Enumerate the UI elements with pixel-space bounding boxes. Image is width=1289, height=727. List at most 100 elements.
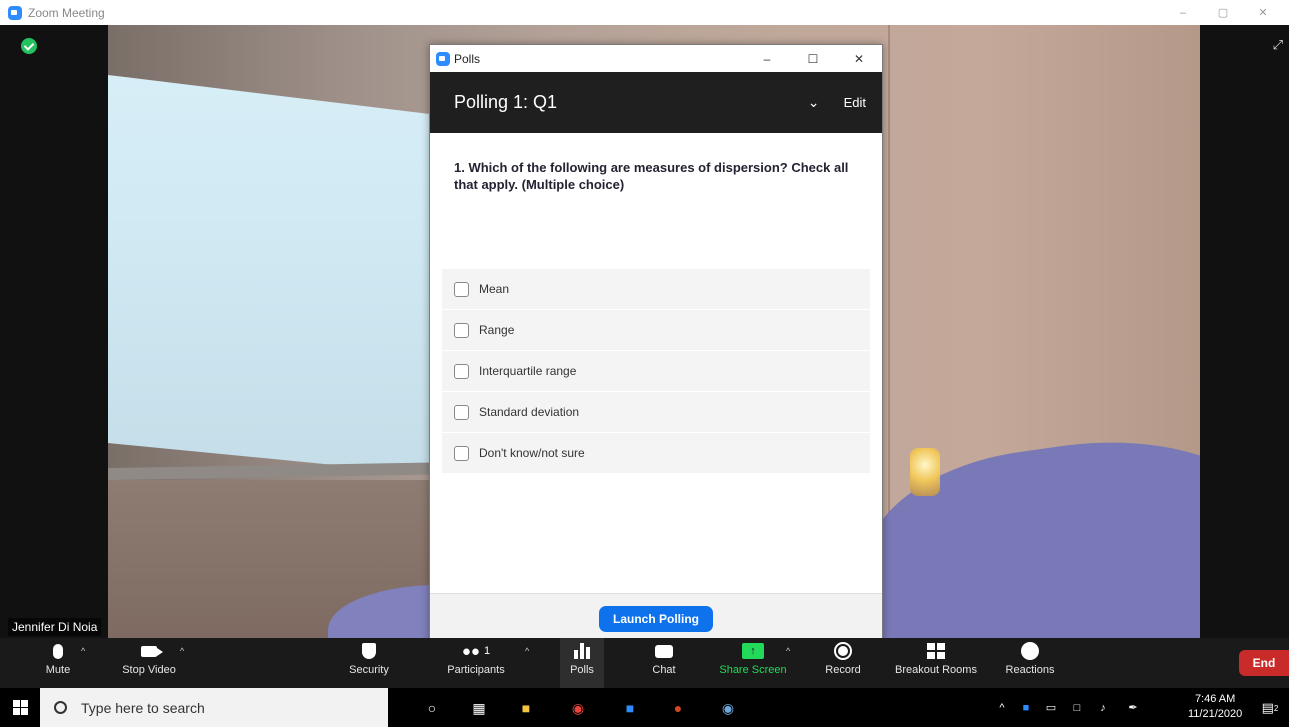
polls-close-button[interactable]: ✕ — [836, 52, 882, 66]
notification-count: 2 — [1273, 703, 1279, 713]
powerpoint-icon[interactable]: ● — [666, 696, 690, 720]
zoom-taskbar-icon[interactable]: ■ — [618, 696, 642, 720]
microphone-icon — [53, 643, 63, 659]
windows-taskbar: Type here to search ○ ▦ ■ ◉ ■ ● ◉ ^ ■ ▭ … — [0, 688, 1289, 727]
checkbox[interactable] — [454, 322, 469, 338]
polls-titlebar: Polls – ☐ ✕ — [430, 45, 882, 72]
pen-icon[interactable]: ✒ — [1116, 701, 1150, 714]
zoom-tray-icon[interactable]: ■ — [1014, 702, 1038, 714]
breakout-rooms-button[interactable]: Breakout Rooms — [888, 638, 984, 688]
poll-title: Polling 1: Q1 — [454, 92, 558, 112]
poll-option-dont-know[interactable]: Don't know/not sure — [442, 433, 870, 473]
chat-label: Chat — [652, 664, 676, 676]
fullscreen-icon[interactable]: ⤢ — [1273, 37, 1283, 53]
polls-window-controls: – ☐ ✕ — [744, 52, 882, 66]
breakout-rooms-label: Breakout Rooms — [895, 664, 977, 676]
participants-options-chevron-icon[interactable]: ^ — [525, 646, 529, 656]
encryption-shield-icon[interactable] — [21, 38, 37, 54]
poll-option-mean[interactable]: Mean — [442, 269, 870, 309]
poll-option-range[interactable]: Range — [442, 310, 870, 350]
participants-icon: ●● — [461, 642, 480, 660]
participant-name-tag: Jennifer Di Noia — [8, 618, 102, 636]
taskbar-search-box[interactable]: Type here to search — [40, 688, 388, 727]
poll-option-label: Range — [479, 323, 515, 337]
polls-maximize-button[interactable]: ☐ — [790, 52, 836, 66]
record-button[interactable]: Record — [818, 638, 868, 688]
share-arrow-icon: ↑ — [742, 643, 764, 659]
file-explorer-icon[interactable]: ■ — [514, 696, 538, 720]
end-meeting-button[interactable]: End — [1239, 650, 1289, 676]
zoom-titlebar: Zoom Meeting – ▢ ✕ — [0, 0, 1289, 25]
shield-icon — [362, 643, 376, 659]
network-globe-icon[interactable]: ◉ — [716, 696, 740, 720]
chat-button[interactable]: Chat — [644, 638, 684, 688]
network-icon[interactable]: □ — [1064, 702, 1090, 714]
share-screen-button[interactable]: ↑ Share Screen — [714, 638, 792, 688]
zoom-app-icon — [436, 51, 450, 66]
poll-header: Polling 1: Q1 ⌄ Edit — [430, 72, 882, 133]
security-label: Security — [349, 664, 389, 676]
clock-date: 11/21/2020 — [1188, 708, 1243, 720]
windows-start-icon[interactable] — [13, 700, 28, 715]
polls-footer: Launch Polling — [430, 593, 882, 643]
edit-poll-button[interactable]: Edit — [844, 95, 866, 110]
meeting-toolbar: Mute ^ Stop Video ^ Security ●● 1 Partici… — [0, 638, 1289, 688]
zoom-app-icon — [8, 5, 22, 20]
checkbox[interactable] — [454, 281, 469, 297]
polls-label: Polls — [570, 664, 594, 676]
poll-option-label: Mean — [479, 282, 510, 296]
checkbox[interactable] — [454, 404, 469, 420]
mute-label: Mute — [45, 664, 71, 676]
volume-icon[interactable]: ♪ — [1090, 702, 1116, 714]
smiley-icon — [1021, 642, 1039, 660]
poll-option-label: Interquartile range — [479, 364, 577, 378]
taskbar-clock[interactable]: 7:46 AM 11/21/2020 — [1188, 692, 1242, 722]
checkbox[interactable] — [454, 445, 469, 461]
reactions-button[interactable]: Reactions — [1002, 638, 1058, 688]
participants-label: Participants — [447, 664, 505, 676]
poll-option-standard-deviation[interactable]: Standard deviation — [442, 392, 870, 432]
window-controls: – ▢ ✕ — [1163, 0, 1283, 25]
bar-chart-icon — [574, 643, 590, 659]
record-label: Record — [825, 664, 861, 676]
task-view-icon[interactable]: ▦ — [467, 696, 491, 720]
polls-button[interactable]: Polls — [560, 638, 604, 688]
chat-bubble-icon — [655, 644, 673, 658]
window-title: Zoom Meeting — [28, 5, 105, 20]
polls-window: Polls – ☐ ✕ Polling 1: Q1 ⌄ Edit 1. Whic… — [429, 44, 883, 644]
video-window-sill — [108, 461, 468, 481]
maximize-button[interactable]: ▢ — [1203, 6, 1243, 19]
poll-options: Mean Range Interquartile range Standard … — [430, 269, 882, 473]
participants-count: 1 — [484, 645, 491, 657]
stop-video-label: Stop Video — [122, 664, 176, 676]
video-blanket — [853, 416, 1200, 638]
notifications-icon[interactable]: ▤ 2 — [1258, 696, 1282, 720]
launch-polling-button[interactable]: Launch Polling — [599, 605, 713, 632]
minimize-button[interactable]: – — [1163, 7, 1203, 19]
polls-minimize-button[interactable]: – — [744, 52, 790, 66]
search-placeholder: Type here to search — [81, 699, 205, 716]
checkbox[interactable] — [454, 363, 469, 379]
reactions-label: Reactions — [1005, 664, 1055, 676]
security-button[interactable]: Security — [344, 638, 394, 688]
stop-video-button[interactable]: Stop Video — [112, 638, 186, 688]
close-button[interactable]: ✕ — [1243, 6, 1283, 19]
mute-button[interactable]: Mute — [38, 638, 78, 688]
poll-option-interquartile-range[interactable]: Interquartile range — [442, 351, 870, 391]
search-icon — [54, 701, 67, 714]
poll-option-label: Don't know/not sure — [479, 446, 585, 460]
poll-question: 1. Which of the following are measures o… — [454, 160, 849, 192]
record-icon — [834, 642, 852, 660]
show-hidden-icons-chevron-icon[interactable]: ^ — [990, 702, 1014, 714]
grid-icon — [927, 643, 945, 659]
share-options-chevron-icon[interactable]: ^ — [786, 646, 790, 656]
audio-options-chevron-icon[interactable]: ^ — [81, 646, 85, 656]
chrome-icon[interactable]: ◉ — [566, 696, 590, 720]
chevron-down-icon[interactable]: ⌄ — [804, 94, 824, 111]
participants-button[interactable]: ●● 1 Participants — [440, 638, 512, 688]
poll-option-label: Standard deviation — [479, 405, 580, 419]
battery-icon[interactable]: ▭ — [1038, 701, 1064, 714]
video-options-chevron-icon[interactable]: ^ — [180, 646, 184, 656]
video-candle — [910, 448, 940, 496]
cortana-circle-icon[interactable]: ○ — [420, 696, 444, 720]
